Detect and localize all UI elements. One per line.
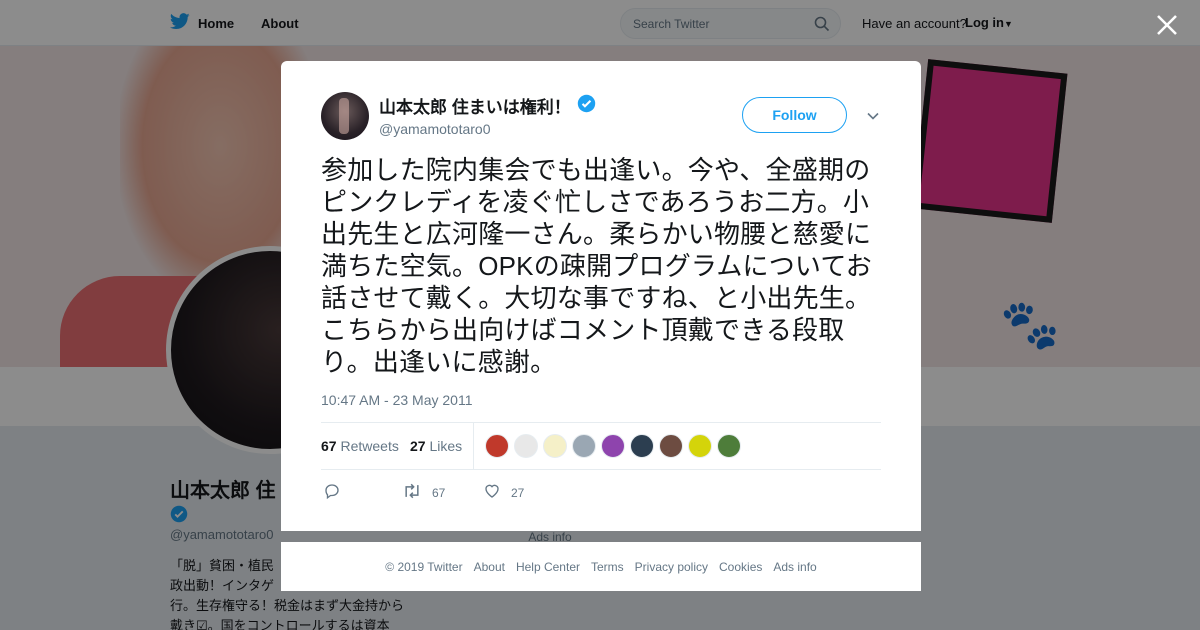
footer-link[interactable]: Help Center xyxy=(516,560,580,574)
liker-avatar[interactable] xyxy=(717,434,741,458)
likes-count: 27 xyxy=(410,438,426,454)
modal-footer: © 2019 Twitter About Help Center Terms Priva… xyxy=(281,542,921,591)
liker-avatar[interactable] xyxy=(688,434,712,458)
liker-avatar[interactable] xyxy=(485,434,509,458)
tweet-actions: 67 27 xyxy=(321,480,721,504)
footer-link[interactable]: Cookies xyxy=(719,560,762,574)
retweet-icon xyxy=(402,482,422,503)
liker-avatar[interactable] xyxy=(543,434,567,458)
footer-link[interactable]: Ads info xyxy=(773,560,816,574)
close-icon[interactable] xyxy=(1154,12,1180,38)
reply-button[interactable] xyxy=(323,482,341,503)
retweets-label: Retweets xyxy=(340,438,399,454)
tweet-author-avatar[interactable] xyxy=(321,92,369,140)
likes-stat[interactable]: 27 Likes xyxy=(410,438,462,454)
tweet-text: 参加した院内集会でも出逢い。今や、全盛期のピンクレディを凌ぐ忙しさであろうお二方… xyxy=(321,155,872,377)
like-button[interactable]: 27 xyxy=(483,482,524,503)
avatar-highlight xyxy=(339,98,349,134)
liker-avatars xyxy=(485,434,741,458)
footer-link[interactable]: Terms xyxy=(591,560,624,574)
retweet-count: 67 xyxy=(432,485,446,500)
footer-link[interactable]: © 2019 Twitter xyxy=(385,560,462,574)
retweets-stat[interactable]: 67 Retweets xyxy=(321,438,399,454)
footer-link[interactable]: About xyxy=(474,560,505,574)
heart-icon xyxy=(483,482,501,503)
liker-avatar[interactable] xyxy=(514,434,538,458)
follow-button[interactable]: Follow xyxy=(742,97,847,133)
reply-icon xyxy=(323,482,341,503)
footer-link[interactable]: Privacy policy xyxy=(635,560,708,574)
tweet-timestamp[interactable]: 10:47 AM - 23 May 2011 xyxy=(321,392,473,408)
tweet-author-name-row[interactable]: 山本太郎 住まいは権利！ xyxy=(379,93,596,118)
retweets-count: 67 xyxy=(321,438,337,454)
tweet-author-handle[interactable]: @yamamototaro0 xyxy=(379,121,490,137)
liker-avatar[interactable] xyxy=(572,434,596,458)
liker-avatar[interactable] xyxy=(659,434,683,458)
verified-badge-icon xyxy=(577,94,596,118)
tweet-stats: 67 Retweets 27 Likes xyxy=(321,422,881,470)
liker-avatar[interactable] xyxy=(630,434,654,458)
chevron-down-icon[interactable] xyxy=(865,108,881,124)
retweet-button[interactable]: 67 xyxy=(402,482,445,503)
like-count: 27 xyxy=(511,485,525,500)
stats-divider xyxy=(473,423,474,470)
likes-label: Likes xyxy=(429,438,463,454)
tweet-permalink-modal: 山本太郎 住まいは権利！ @yamamototaro0 Follow 参加した院… xyxy=(281,61,921,531)
tweet-author-name: 山本太郎 住まいは権利！ xyxy=(379,98,571,117)
liker-avatar[interactable] xyxy=(601,434,625,458)
